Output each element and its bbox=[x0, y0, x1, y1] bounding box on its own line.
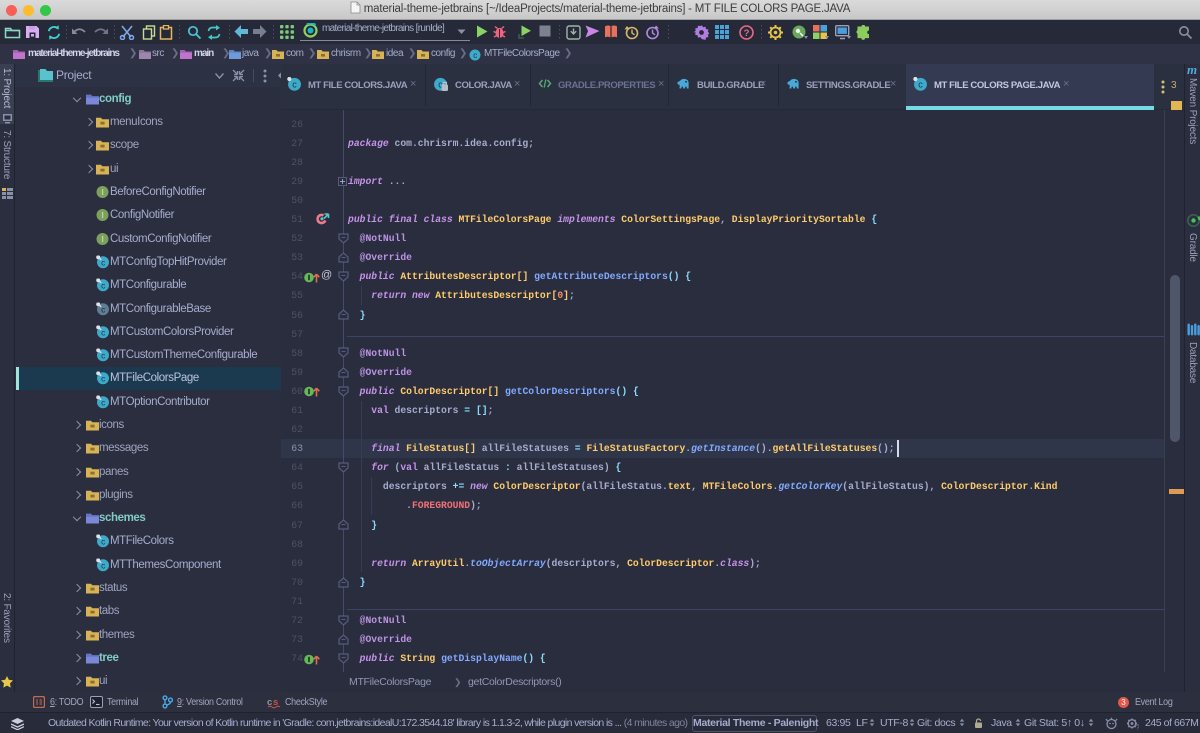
svg-text:?: ? bbox=[1136, 725, 1139, 731]
svg-text:?: ? bbox=[744, 28, 750, 39]
svg-text:c: c bbox=[473, 51, 477, 60]
svg-text:c: c bbox=[918, 80, 923, 90]
svg-text:I: I bbox=[102, 188, 104, 197]
svg-text:I: I bbox=[102, 235, 104, 244]
svg-text:I: I bbox=[102, 211, 104, 220]
svg-text:c: c bbox=[292, 80, 297, 90]
